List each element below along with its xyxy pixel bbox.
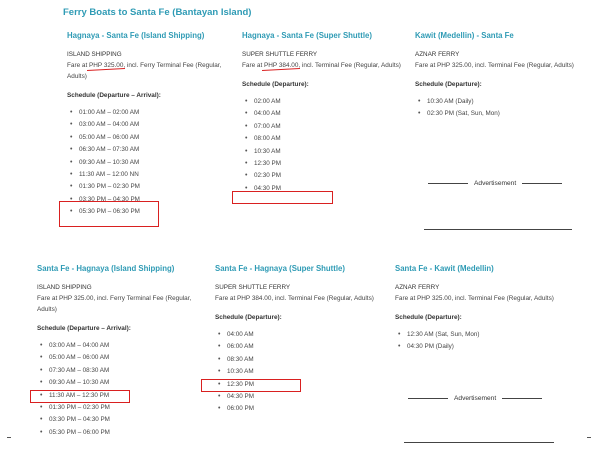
operator-name: ISLAND SHIPPING [37, 284, 92, 291]
list-item: 03:00 AM – 04:00 AM [67, 119, 232, 132]
page-title: Ferry Boats to Santa Fe (Bantayan Island… [63, 7, 252, 18]
list-item: 05:00 AM – 06:00 AM [37, 352, 207, 365]
list-item: 06:00 AM [215, 341, 390, 354]
advertisement-label: Advertisement [402, 395, 548, 402]
route-title: Kawit (Medellin) - Santa Fe [415, 31, 514, 40]
divider [424, 229, 572, 230]
route-santafe-kawit: Santa Fe - Kawit (Medellin) AZNAR FERRY … [395, 264, 575, 354]
schedule-label: Schedule (Departure): [415, 81, 482, 88]
list-item: 12:30 PM [242, 158, 412, 171]
fare-text: Fare at PHP 384.00, incl. Terminal Fee (… [215, 295, 374, 302]
fare-amount-highlight: PHP 384.00 [264, 62, 299, 69]
schedule-list: 10:30 AM (Daily) 02:30 PM (Sat, Sun, Mon… [415, 96, 585, 121]
operator-name: SUPER SHUTTLE FERRY [242, 51, 318, 58]
route-title: Santa Fe - Kawit (Medellin) [395, 264, 494, 273]
list-item: 05:00 AM – 06:00 AM [67, 132, 232, 145]
operator-name: AZNAR FERRY [415, 51, 460, 58]
operator-name: SUPER SHUTTLE FERRY [215, 284, 291, 291]
route-santafe-hagnaya-island-shipping: Santa Fe - Hagnaya (Island Shipping) ISL… [37, 264, 207, 440]
list-item: 03:30 PM – 04:30 PM [37, 414, 207, 427]
list-item: 08:00 AM [242, 133, 412, 146]
divider [404, 442, 554, 443]
list-item: 10:30 AM [242, 146, 412, 159]
fare-text: Fare at PHP 325.00, incl. Terminal Fee (… [395, 295, 554, 302]
list-item: 04:00 AM [215, 329, 390, 342]
list-item: 09:30 AM – 10:30 AM [67, 157, 232, 170]
list-item: 11:30 AM – 12:00 NN [67, 169, 232, 182]
list-item: 02:30 PM (Sat, Sun, Mon) [415, 108, 585, 121]
route-title: Santa Fe - Hagnaya (Island Shipping) [37, 264, 175, 273]
list-item: 07:00 AM [242, 121, 412, 134]
fare-text: Fare at PHP 325.00, incl. Terminal Fee (… [415, 62, 574, 69]
schedule-label: Schedule (Departure): [395, 314, 462, 321]
highlight-box [232, 191, 333, 204]
schedule-list: 02:00 AM 04:00 AM 07:00 AM 08:00 AM 10:3… [242, 96, 412, 196]
list-item: 02:30 PM [242, 170, 412, 183]
fare-text: Fare at PHP 325.00, incl. Ferry Terminal… [67, 62, 222, 80]
route-hagnaya-santafe-super-shuttle: Hagnaya - Santa Fe (Super Shuttle) SUPER… [242, 31, 412, 196]
list-item: 04:30 PM (Daily) [395, 341, 575, 354]
route-title: Hagnaya - Santa Fe (Super Shuttle) [242, 31, 372, 40]
highlight-box [59, 201, 159, 227]
route-title: Santa Fe - Hagnaya (Super Shuttle) [215, 264, 345, 273]
highlight-box [30, 390, 130, 403]
list-item: 03:00 AM – 04:00 AM [37, 340, 207, 353]
fare-text: Fare at PHP 325.00, incl. Ferry Terminal… [37, 295, 192, 313]
list-item: 06:30 AM – 07:30 AM [67, 144, 232, 157]
edge-tick [587, 437, 591, 438]
list-item: 01:30 PM – 02:30 PM [67, 181, 232, 194]
edge-tick [7, 437, 11, 438]
schedule-label: Schedule (Departure – Arrival): [37, 325, 131, 332]
list-item: 10:30 AM (Daily) [415, 96, 585, 109]
list-item: 01:00 AM – 02:00 AM [67, 107, 232, 120]
list-item: 02:00 AM [242, 96, 412, 109]
list-item: 10:30 AM [215, 366, 390, 379]
highlight-box [201, 379, 301, 392]
schedule-label: Schedule (Departure – Arrival): [67, 92, 161, 99]
operator-name: ISLAND SHIPPING [67, 51, 122, 58]
list-item: 01:30 PM – 02:30 PM [37, 402, 207, 415]
route-title: Hagnaya - Santa Fe (Island Shipping) [67, 31, 205, 40]
schedule-list: 12:30 AM (Sat, Sun, Mon) 04:30 PM (Daily… [395, 329, 575, 354]
advertisement-label: Advertisement [422, 180, 568, 187]
route-hagnaya-santafe-island-shipping: Hagnaya - Santa Fe (Island Shipping) ISL… [67, 31, 232, 219]
operator-name: AZNAR FERRY [395, 284, 440, 291]
fare-amount-highlight: PHP 325.00 [89, 62, 124, 69]
list-item: 08:30 AM [215, 354, 390, 367]
list-item: 04:00 AM [242, 108, 412, 121]
list-item: 05:30 PM – 06:00 PM [37, 427, 207, 440]
route-kawit-santafe: Kawit (Medellin) - Santa Fe AZNAR FERRY … [415, 31, 585, 121]
list-item: 12:30 AM (Sat, Sun, Mon) [395, 329, 575, 342]
list-item: 04:30 PM [215, 391, 390, 404]
schedule-list: 04:00 AM 06:00 AM 08:30 AM 10:30 AM 12:3… [215, 329, 390, 416]
list-item: 07:30 AM – 08:30 AM [37, 365, 207, 378]
schedule-label: Schedule (Departure): [242, 81, 309, 88]
fare-text: Fare at PHP 384.00, incl. Terminal Fee (… [242, 62, 401, 69]
list-item: 06:00 PM [215, 403, 390, 416]
schedule-label: Schedule (Departure): [215, 314, 282, 321]
list-item: 09:30 AM – 10:30 AM [37, 377, 207, 390]
route-santafe-hagnaya-super-shuttle: Santa Fe - Hagnaya (Super Shuttle) SUPER… [215, 264, 390, 416]
